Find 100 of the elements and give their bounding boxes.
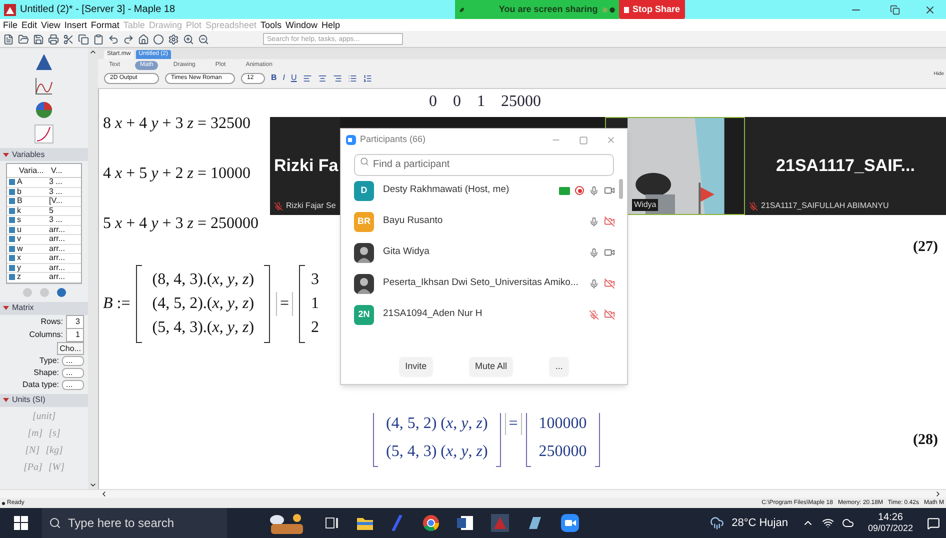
video-icon[interactable] <box>604 247 615 258</box>
column-header[interactable]: V... <box>49 165 81 177</box>
weather-text[interactable]: 28°C Hujan <box>732 514 788 532</box>
section-header[interactable]: Units (SI) <box>0 394 88 406</box>
format-button[interactable]: B <box>271 72 277 84</box>
chart-icon[interactable] <box>34 76 54 96</box>
app-icon[interactable] <box>527 515 543 531</box>
rows-spinner[interactable]: 3 <box>66 314 84 328</box>
scroll-up-icon[interactable] <box>89 48 97 56</box>
mic-icon[interactable] <box>589 278 599 288</box>
panel-scrollbar[interactable] <box>619 179 623 199</box>
filter-icon[interactable] <box>56 288 66 297</box>
clock-date[interactable]: 09/07/2022 <box>868 523 913 534</box>
align-center-icon[interactable] <box>318 74 327 82</box>
variable-name[interactable]: k <box>17 206 49 215</box>
variable-name[interactable]: A <box>17 178 49 186</box>
variable-name[interactable]: b <box>17 188 49 196</box>
section-header[interactable]: Variables <box>0 148 88 161</box>
list-icon[interactable] <box>348 74 357 82</box>
video-off-icon[interactable] <box>604 309 615 320</box>
circle-icon[interactable] <box>153 34 164 44</box>
mic-muted-icon[interactable] <box>589 310 599 320</box>
zoom-out-icon[interactable] <box>198 34 209 44</box>
notification-icon[interactable] <box>927 516 940 530</box>
mic-icon[interactable] <box>589 186 599 196</box>
home-icon[interactable] <box>138 34 149 44</box>
new-file-icon[interactable] <box>3 34 14 44</box>
caret-icon[interactable] <box>3 152 9 156</box>
variable-name[interactable]: y <box>17 264 49 272</box>
column-header[interactable]: Varia... <box>7 165 49 177</box>
variable-name[interactable]: v <box>17 235 49 244</box>
stop-share-button[interactable]: Stop Share <box>619 0 685 19</box>
mic-icon[interactable] <box>589 248 599 258</box>
menu-item[interactable]: Help <box>322 20 340 30</box>
align-right-icon[interactable] <box>332 74 342 82</box>
video-off-icon[interactable] <box>604 278 615 289</box>
numbered-list-icon[interactable] <box>362 74 372 82</box>
clock-time[interactable]: 14:26 <box>878 512 903 523</box>
undo-icon[interactable] <box>108 34 119 44</box>
cloud-icon[interactable] <box>842 517 854 529</box>
windows-icon[interactable] <box>14 516 28 530</box>
scroll-right-icon[interactable] <box>934 490 942 498</box>
mic-icon[interactable] <box>589 216 599 226</box>
participant-search-field[interactable]: Find a participant <box>354 154 614 176</box>
word-icon[interactable] <box>457 515 473 531</box>
scroll-down-icon[interactable] <box>89 481 97 489</box>
copy-icon[interactable] <box>78 34 89 44</box>
pie-chart-icon[interactable] <box>34 100 54 120</box>
panel-button[interactable]: Mute All <box>468 357 513 377</box>
format-button[interactable]: U <box>291 72 297 84</box>
panel-button[interactable]: Invite <box>399 357 433 377</box>
restore-icon[interactable] <box>890 4 900 14</box>
menu-item[interactable]: Tools <box>260 20 282 30</box>
caret-icon[interactable] <box>3 398 9 402</box>
zoom-in-icon[interactable] <box>183 34 194 44</box>
menu-item[interactable]: File <box>3 20 18 30</box>
menu-item[interactable]: Format <box>90 20 120 30</box>
menu-item[interactable]: View <box>41 20 60 30</box>
panel-button[interactable]: ... <box>549 357 569 377</box>
columns-spinner[interactable]: 1 <box>66 328 84 342</box>
menu-item[interactable]: Window <box>286 20 318 30</box>
redo-icon[interactable] <box>123 34 134 44</box>
variable-name[interactable]: B <box>17 197 49 206</box>
settings-icon[interactable] <box>168 34 179 44</box>
variable-name[interactable]: u <box>17 226 49 234</box>
task-view-icon[interactable] <box>325 516 339 530</box>
variable-name[interactable]: z <box>17 273 49 282</box>
variable-name[interactable]: w <box>17 244 49 253</box>
folder-icon[interactable] <box>18 34 29 44</box>
variable-name[interactable]: x <box>17 254 49 262</box>
taskbar-search-field[interactable]: Type here to search <box>42 508 227 538</box>
align-left-icon[interactable] <box>302 74 312 82</box>
participant-row[interactable]: Gita Widya <box>354 237 615 268</box>
plot-icon[interactable] <box>34 124 54 144</box>
section-header[interactable]: Matrix <box>0 302 88 314</box>
video-tile[interactable]: 21SA1117_SAIF... 21SA1117_SAIFULLAH ABIMANYU <box>745 117 946 215</box>
slash-app-icon[interactable] <box>391 515 405 531</box>
printer-icon[interactable] <box>48 34 59 44</box>
save-icon[interactable] <box>33 34 44 44</box>
menu-item[interactable]: Edit <box>22 20 38 30</box>
video-icon[interactable] <box>604 185 615 196</box>
dropdown[interactable]: ... <box>62 380 84 390</box>
participant-row[interactable]: 2N 21SA1094_Aden Nur H <box>354 299 615 330</box>
dropdown[interactable]: ... <box>62 368 84 378</box>
participant-row[interactable]: Peserta_Ikhsan Dwi Seto_Universitas Amiko... <box>354 268 615 299</box>
video-tile[interactable]: Rizki Fa Rizki Fajar Se <box>270 117 340 215</box>
clipboard-icon[interactable] <box>93 34 104 44</box>
video-off-icon[interactable] <box>604 216 615 227</box>
dropdown[interactable]: ... <box>62 356 84 366</box>
variable-name[interactable]: s <box>17 216 49 224</box>
scroll-left-icon[interactable] <box>100 490 108 498</box>
zoom-icon[interactable] <box>561 514 579 532</box>
maximize-icon[interactable] <box>579 136 588 144</box>
weather-icon[interactable] <box>710 516 724 530</box>
choose-button[interactable]: Cho... <box>56 342 84 354</box>
caret-icon[interactable] <box>3 306 9 310</box>
format-button[interactable]: I <box>282 72 286 84</box>
folder-icon[interactable] <box>357 516 373 530</box>
menu-item[interactable]: Insert <box>64 20 87 30</box>
close-icon[interactable] <box>924 4 936 16</box>
